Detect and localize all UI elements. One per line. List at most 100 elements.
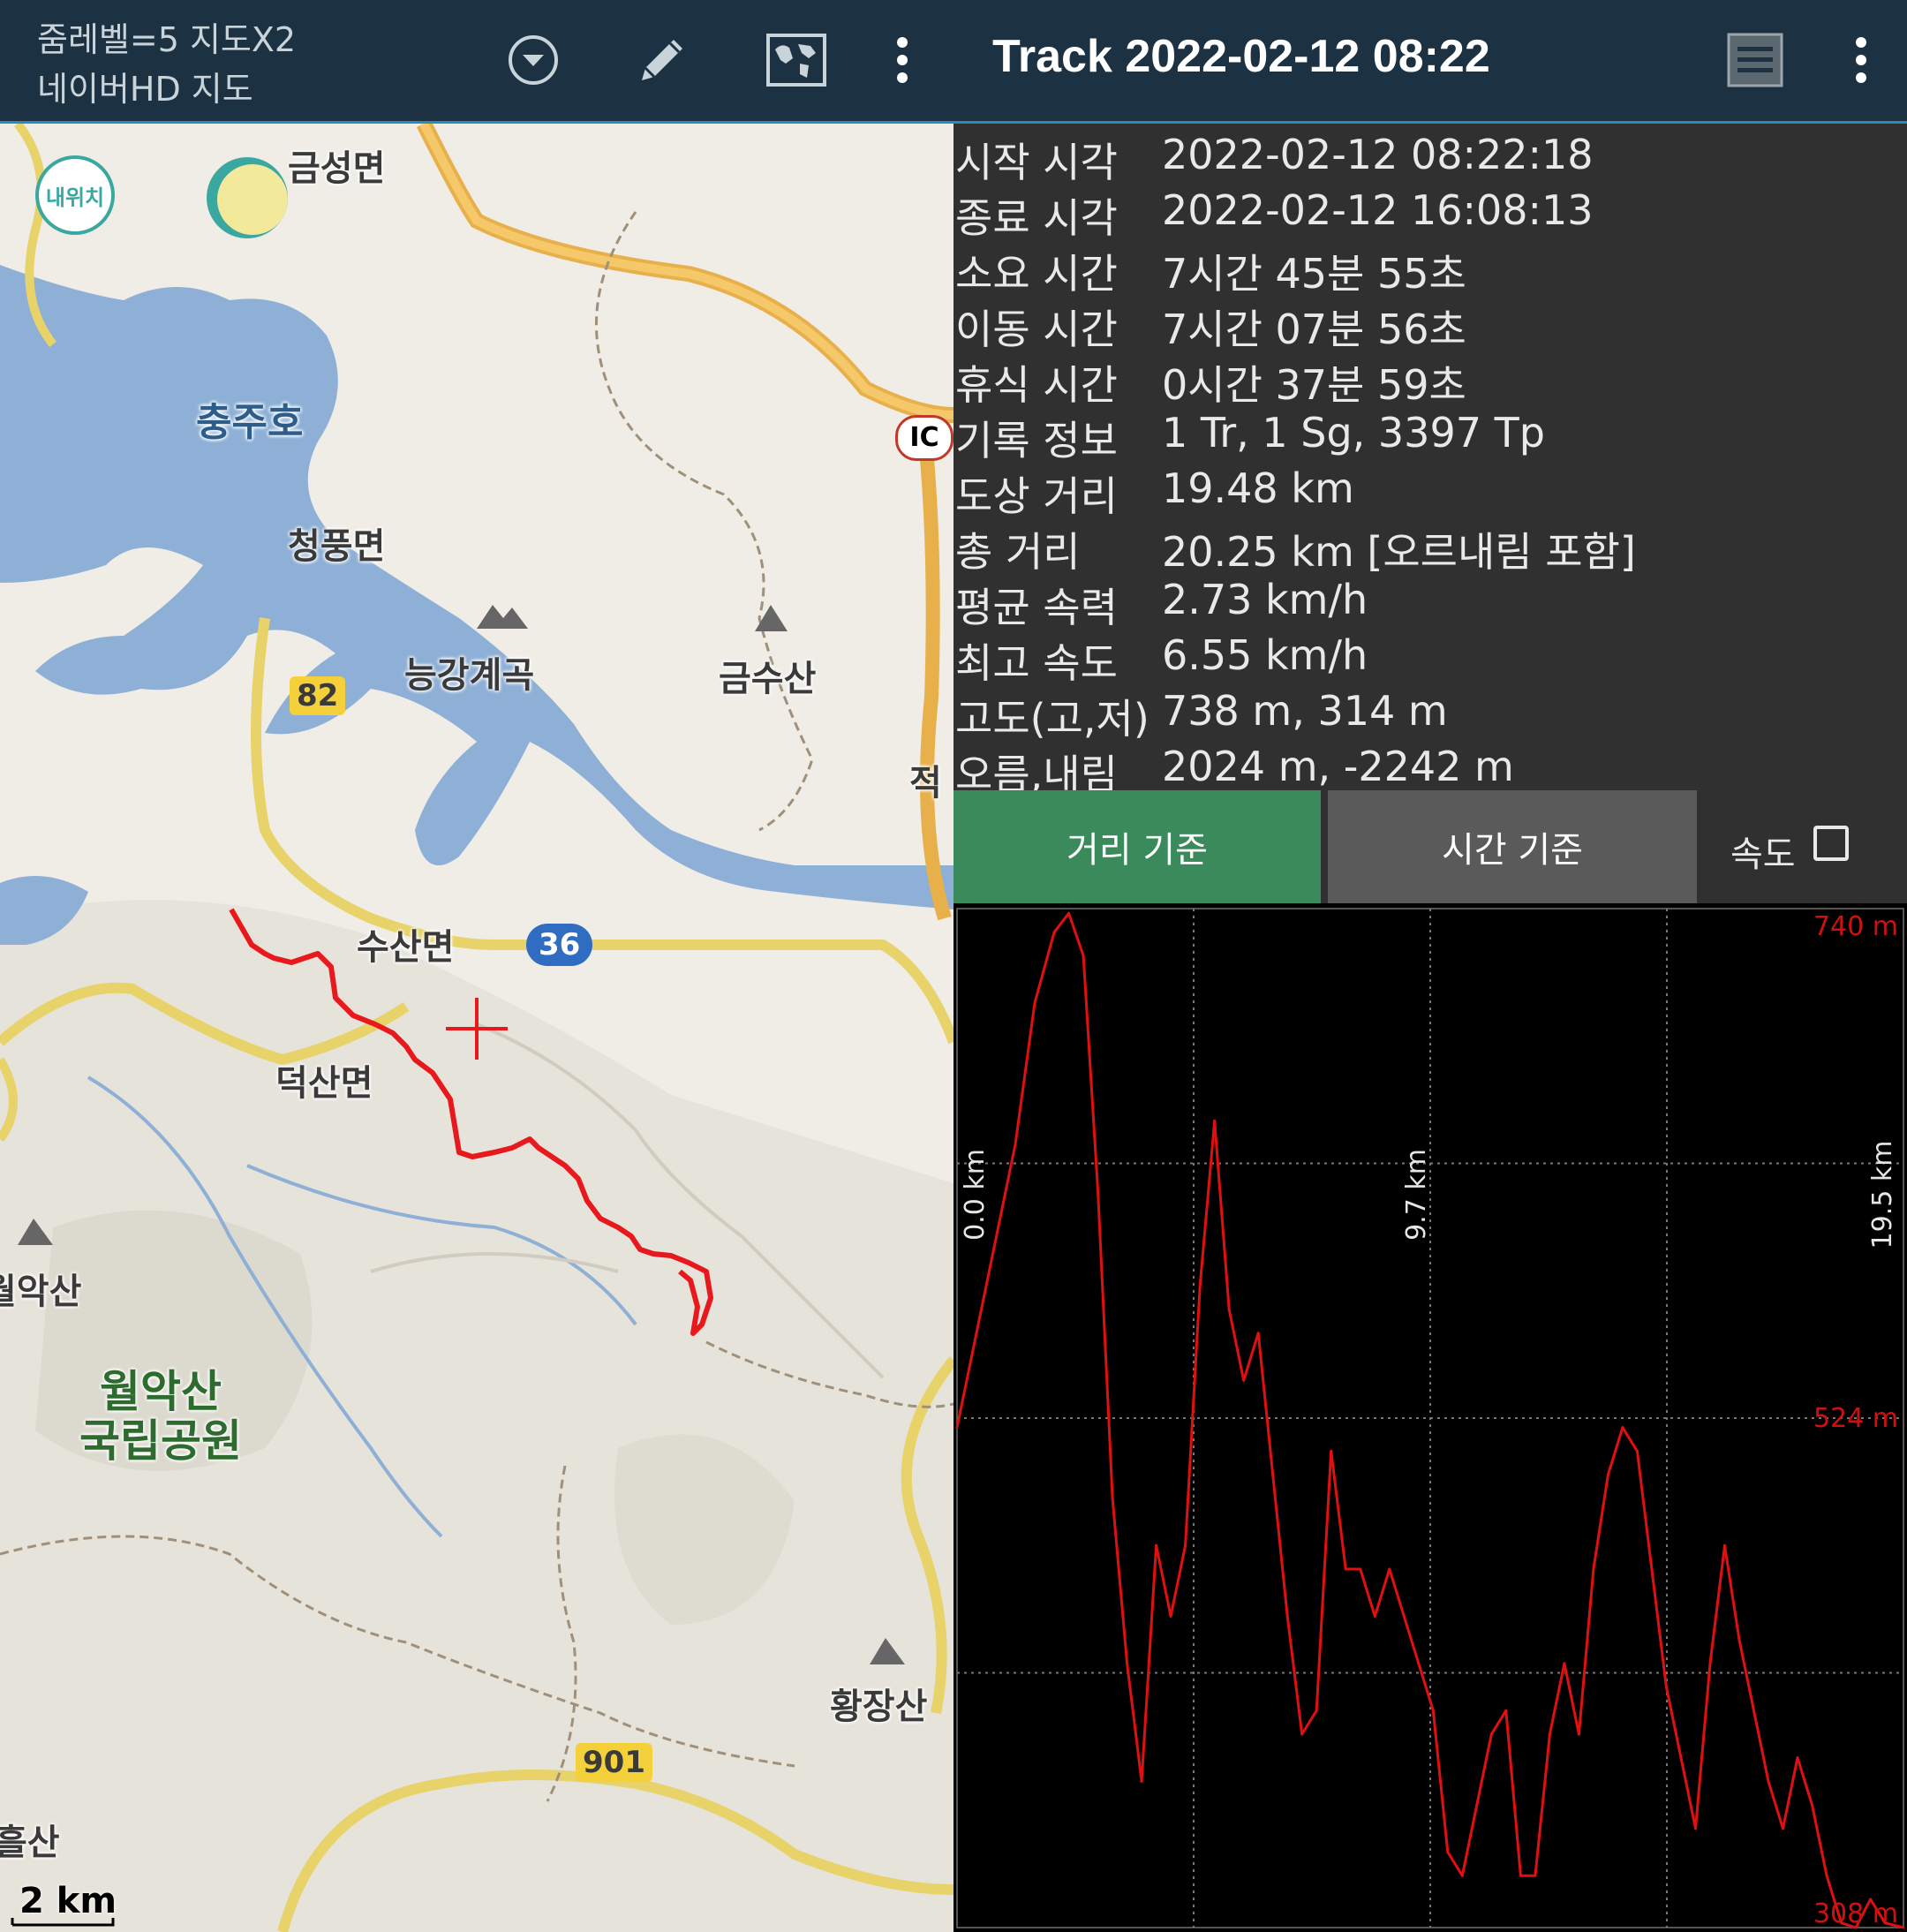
stat-value: 2024 m, -2242 m <box>1162 743 1514 790</box>
world-map-icon[interactable] <box>763 26 830 94</box>
stat-value: 7시간 45분 55초 <box>1162 250 1466 298</box>
map-toolbar: 줌레벨=5 지도X2 네이버HD 지도 <box>0 0 954 124</box>
elevation-point <box>1213 1119 1217 1122</box>
park-label-line1: 월악산 <box>100 1366 222 1417</box>
stat-label: 도상 거리 <box>955 472 1118 520</box>
elevation-point <box>1693 1827 1697 1830</box>
elevation-point <box>1359 1567 1362 1571</box>
tab-distance-based[interactable]: 거리 기준 <box>954 790 1321 903</box>
stat-value: 6.55 km/h <box>1162 631 1368 679</box>
mountain-icon <box>477 605 528 629</box>
elevation-point <box>1489 1732 1493 1736</box>
elevation-point <box>1256 1332 1260 1335</box>
stat-value: 2.73 km/h <box>1162 576 1368 623</box>
elevation-point <box>1902 1926 1905 1929</box>
place-label: 적 <box>909 763 942 804</box>
elevation-point <box>1767 1779 1770 1783</box>
place-label: 금수산 <box>719 659 817 699</box>
list-icon[interactable] <box>1722 26 1789 94</box>
elevation-point <box>975 1332 978 1335</box>
elevation-point <box>1475 1803 1479 1807</box>
place-label: 월악산 <box>0 1272 82 1312</box>
stat-value: 738 m, 314 m <box>1162 687 1448 735</box>
elevation-point <box>1504 1709 1508 1712</box>
elevation-point <box>1460 1874 1464 1877</box>
elevation-point <box>1650 1567 1654 1571</box>
y-tick-label: 524 m <box>1813 1403 1898 1434</box>
national-park-label: 월악산 국립공원 <box>79 1367 242 1466</box>
layer-toggle-icon[interactable] <box>207 157 288 238</box>
elevation-point <box>1198 1284 1202 1287</box>
elevation-point <box>1227 1308 1231 1311</box>
place-label: 황장산 <box>830 1687 928 1727</box>
elevation-point <box>1271 1473 1275 1476</box>
elevation-point <box>1722 1543 1726 1547</box>
elevation-point <box>1388 1567 1391 1571</box>
more-vert-icon-2[interactable] <box>1828 26 1895 94</box>
road-badge-901: 901 <box>576 1743 652 1782</box>
elevation-point <box>1708 1662 1712 1665</box>
elevation-point <box>1014 1143 1017 1146</box>
elevation-point <box>1126 1662 1129 1665</box>
elevation-point <box>1664 1686 1668 1689</box>
x-tick-label: 0.0 km <box>960 1149 991 1241</box>
my-location-label: 내위치 <box>45 185 105 210</box>
elevation-point <box>1285 1614 1289 1618</box>
speed-checkbox[interactable] <box>1813 826 1849 861</box>
stat-value: 7시간 07분 56초 <box>1162 306 1466 353</box>
track-toolbar: Track 2022-02-12 08:22 <box>954 0 1907 124</box>
stat-label: 고도(고,저) <box>955 695 1149 743</box>
elevation-point <box>1752 1709 1756 1712</box>
stat-value: 0시간 37분 59초 <box>1162 361 1466 409</box>
scale-label: 2 km <box>19 1881 117 1921</box>
tab-time-based[interactable]: 시간 기준 <box>1328 790 1697 903</box>
elevation-point <box>1373 1614 1376 1618</box>
elevation-point <box>1052 931 1056 934</box>
my-location-button[interactable]: 내위치 <box>35 155 115 235</box>
elevation-point <box>1796 1756 1799 1760</box>
elevation-point <box>1033 1001 1036 1005</box>
elevation-point <box>1417 1662 1421 1665</box>
stat-label: 시작 시각 <box>955 139 1118 186</box>
elevation-point <box>1330 1449 1333 1453</box>
stat-value: 20.25 km [오르내림 포함] <box>1162 528 1636 576</box>
stat-value: 2022-02-12 16:08:13 <box>1162 186 1594 234</box>
track-stats-panel: 시작 시각 2022-02-12 08:22:18 종료 시각 2022-02-12 … <box>954 124 1907 798</box>
elevation-point <box>1548 1732 1551 1736</box>
elevation-point <box>1446 1851 1450 1854</box>
road-badge-36: 36 <box>526 924 593 966</box>
place-label: 수산면 <box>357 927 455 968</box>
elevation-point <box>1577 1732 1580 1736</box>
elevation-point <box>1592 1567 1595 1571</box>
elevation-point <box>1811 1803 1814 1807</box>
stat-value: 1 Tr, 1 Sg, 3397 Tp <box>1162 409 1545 457</box>
elevation-point <box>1315 1709 1318 1712</box>
stat-value: 19.48 km <box>1162 464 1354 512</box>
place-label: 충주호 <box>196 400 304 445</box>
map-view[interactable]: 내위치 금성면 충주호 청풍면 능강계곡 금수산 수산면 덕산면 월악산 월악산… <box>0 124 954 1932</box>
elevation-point <box>1402 1614 1406 1618</box>
stat-label: 최고 속도 <box>955 639 1118 687</box>
elevation-chart[interactable]: 740 m 524 m 308 m 0.0 km 9.7 km 19.5 km <box>954 903 1907 1932</box>
elevation-point <box>1169 1614 1172 1618</box>
elevation-point <box>1082 954 1085 957</box>
elevation-point <box>955 1426 959 1430</box>
dropdown-circle-icon[interactable] <box>500 26 567 94</box>
elevation-point <box>1679 1756 1683 1760</box>
more-vert-icon[interactable] <box>869 26 936 94</box>
road-badge-82: 82 <box>290 676 346 715</box>
elevation-point <box>994 1237 998 1241</box>
elevation-point <box>1534 1874 1537 1877</box>
elevation-point <box>1155 1543 1158 1547</box>
pencil-icon[interactable] <box>629 26 696 94</box>
elevation-point <box>1431 1709 1435 1712</box>
elevation-point <box>1635 1449 1639 1453</box>
stat-label: 이동 시간 <box>955 306 1118 353</box>
elevation-point <box>1344 1567 1347 1571</box>
y-tick-label: 308 m <box>1813 1898 1898 1929</box>
park-label-line2: 국립공원 <box>79 1415 242 1467</box>
place-label: 금성면 <box>288 148 386 189</box>
stat-label: 소요 시간 <box>955 250 1118 298</box>
place-label: 능강계곡 <box>404 655 535 696</box>
ic-badge: IC <box>895 415 954 461</box>
